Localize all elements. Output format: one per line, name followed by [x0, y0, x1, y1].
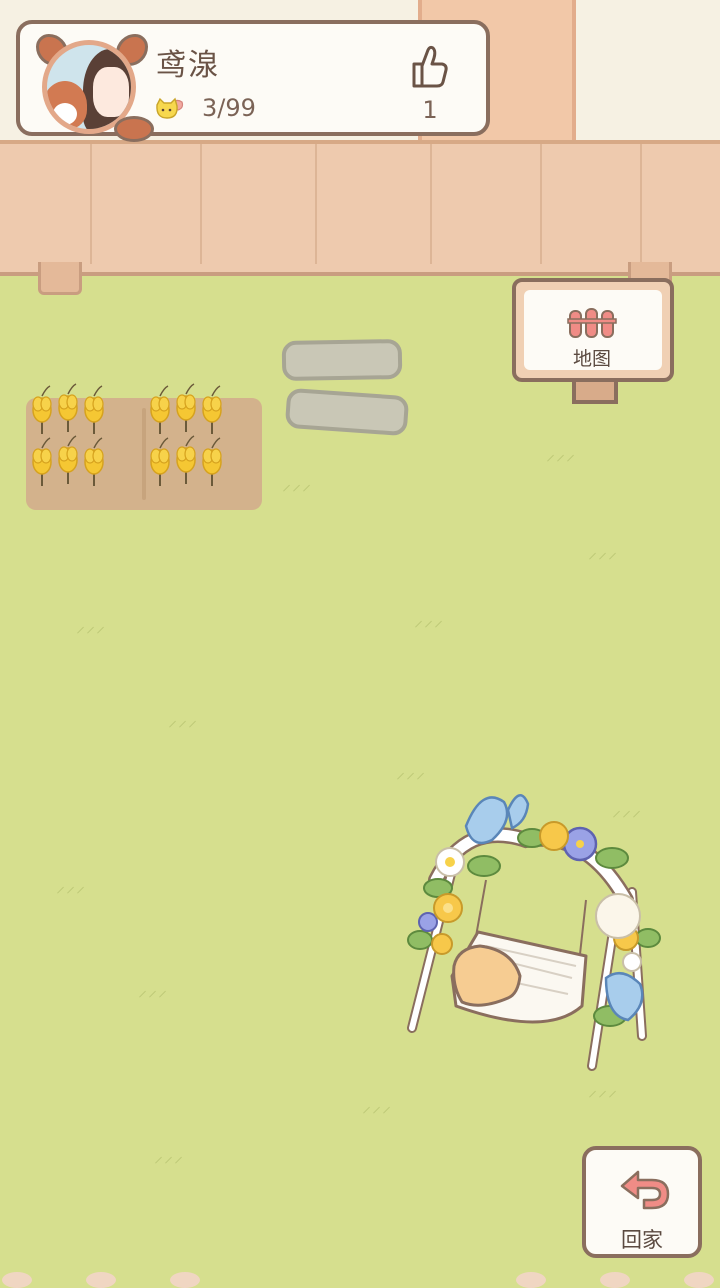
flower-swing[interactable]: [396, 780, 666, 1080]
grass-tuft: ⸝⸝⸝: [138, 980, 168, 1001]
grass-tuft: ⸝⸝⸝: [168, 710, 198, 731]
border-scallop: [684, 1272, 714, 1288]
grass-tuft: ⸝⸝⸝: [56, 876, 86, 897]
border-scallop: [600, 1272, 630, 1288]
border-scallop: [86, 1272, 116, 1288]
fence-post: [38, 262, 82, 295]
return-arrow-icon: [620, 1170, 670, 1210]
home-label: 回家: [621, 1228, 663, 1252]
player-profile-card[interactable]: 鸢湶 3/99 1: [16, 20, 490, 142]
like-count: 1: [422, 96, 438, 124]
stepping-stone: [284, 387, 410, 437]
grass-tuft: ⸝⸝⸝: [588, 1080, 618, 1101]
border-scallop: [516, 1272, 546, 1288]
grass-tuft: ⸝⸝⸝: [546, 444, 576, 465]
grass-tuft: ⸝⸝⸝: [154, 1146, 184, 1167]
border-scallop: [2, 1272, 32, 1288]
grass-tuft: ⸝⸝⸝: [76, 616, 106, 637]
home-button[interactable]: 回家: [582, 1146, 702, 1258]
thumbs-up-icon[interactable]: [406, 42, 450, 90]
fox-tail-decoration: [114, 116, 154, 142]
cat-icon: [156, 97, 184, 119]
fence-map-icon: [567, 308, 617, 338]
wooden-fence: [0, 140, 720, 276]
player-name: 鸢湶: [156, 48, 220, 83]
border-scallop: [170, 1272, 200, 1288]
grass-tuft: ⸝⸝⸝: [414, 610, 444, 631]
grass-tuft: ⸝⸝⸝: [588, 542, 618, 563]
wheat-crops: [32, 383, 222, 487]
grass-tuft: ⸝⸝⸝: [362, 1096, 392, 1117]
stepping-stone: [281, 338, 403, 382]
map-label: 地图: [572, 348, 611, 370]
capacity-count: 3/99: [202, 94, 256, 122]
grass-tuft: ⸝⸝⸝: [282, 474, 312, 495]
